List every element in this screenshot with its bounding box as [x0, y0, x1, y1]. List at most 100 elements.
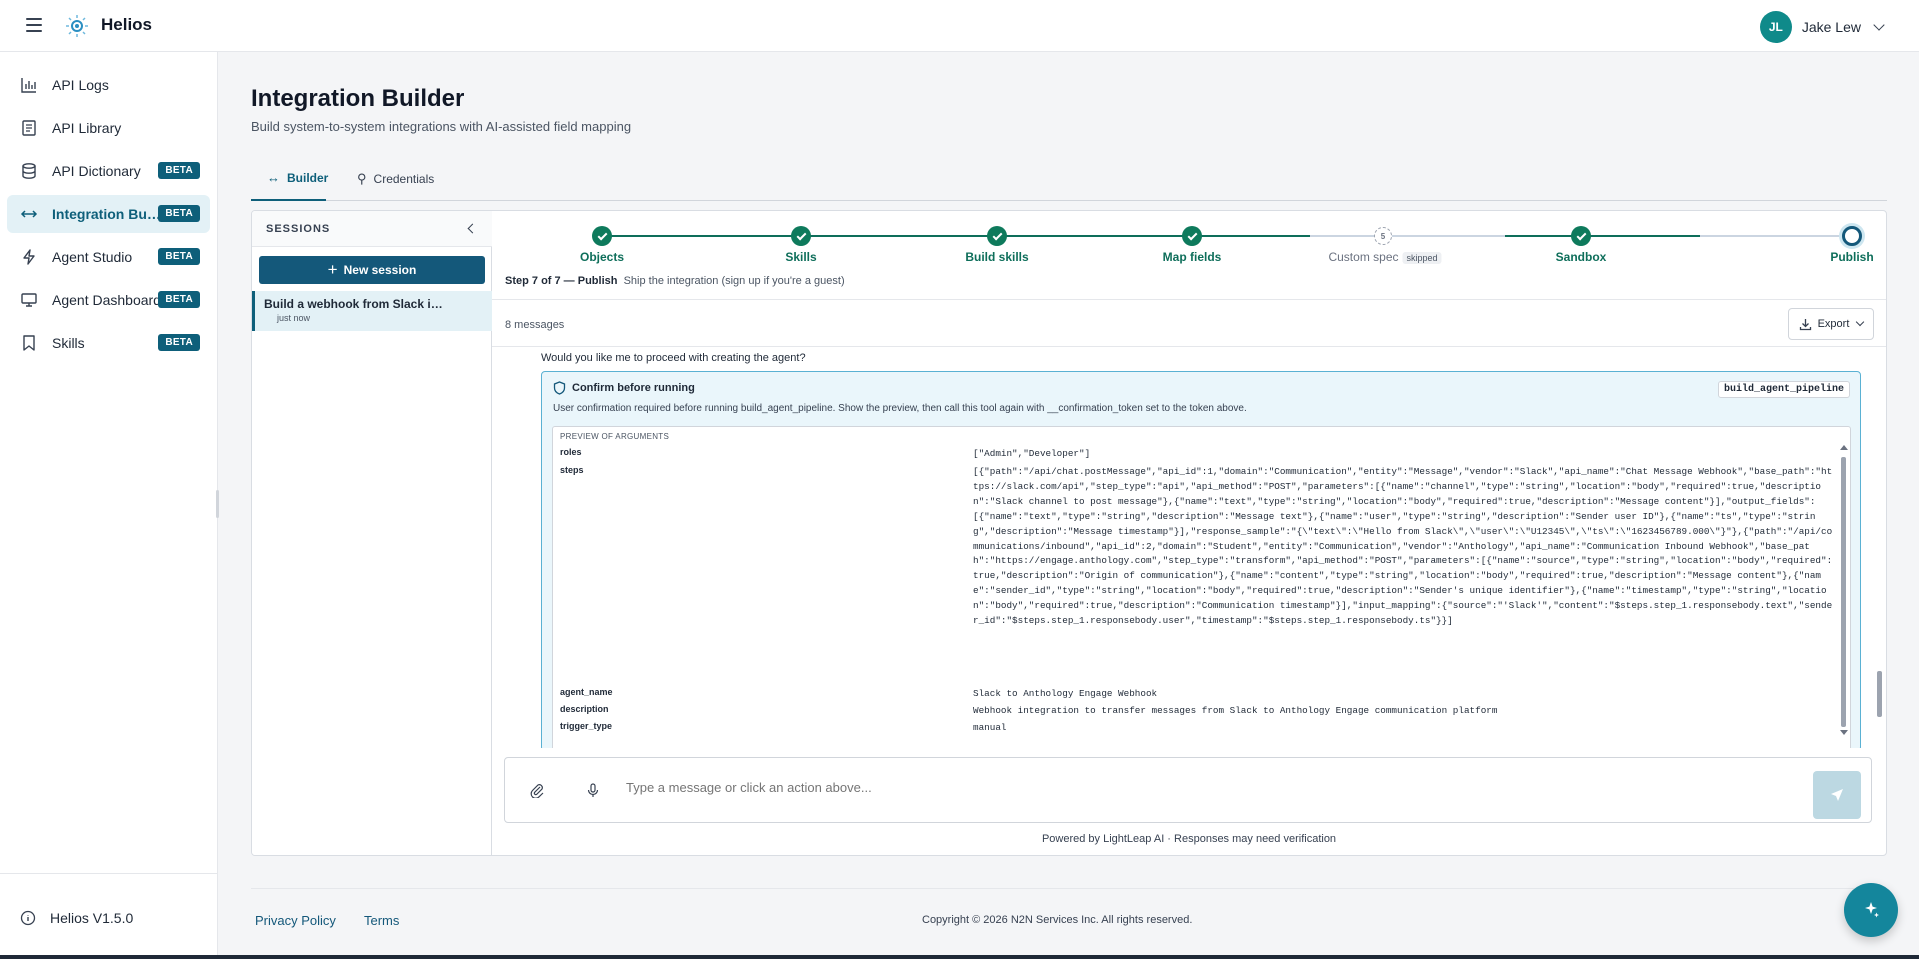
step-label: Objects	[579, 250, 625, 264]
sidebar-item-integration-builder[interactable]: Integration Builder BETA	[7, 195, 210, 233]
send-button[interactable]	[1813, 771, 1861, 819]
avatar: JL	[1759, 11, 1792, 43]
top-bar: Helios JL Jake Lew	[0, 0, 1919, 52]
version-info[interactable]: Helios V1.5.0	[20, 910, 133, 926]
check-icon	[597, 230, 607, 240]
step-dot-publish[interactable]	[1842, 226, 1862, 246]
app-name: Helios	[101, 15, 153, 34]
arg-value: Webhook integration to transfer messages…	[973, 705, 1498, 716]
sidebar-resize-handle[interactable]	[216, 490, 219, 518]
stepper-line-complete	[602, 235, 1310, 237]
sidebar-item-label: API Dictionary	[52, 163, 141, 179]
arg-value: Slack to Anthology Engage Webhook	[973, 688, 1158, 699]
arg-value: ["Admin","Developer"]	[973, 448, 1091, 459]
sessions-title: SESSIONS	[266, 223, 331, 235]
message-input[interactable]	[626, 780, 1726, 795]
sparkle-icon	[1865, 902, 1879, 918]
tab-credentials[interactable]: ⚲ Credentials	[357, 156, 434, 201]
step-label: Publish	[1830, 250, 1874, 264]
bar-chart-icon	[21, 78, 36, 93]
plus-icon: +	[327, 260, 338, 279]
sidebar-item-agent-dashboard[interactable]: Agent Dashboard BETA	[7, 281, 210, 319]
footer-divider	[251, 888, 1887, 889]
beta-badge: BETA	[158, 291, 200, 308]
stepper-line-pending	[1700, 235, 1852, 237]
builder-card: SESSIONS + New session Build a webhook f…	[251, 210, 1887, 856]
user-menu[interactable]: JL Jake Lew	[1759, 11, 1885, 43]
sidebar-item-api-logs[interactable]: API Logs	[7, 66, 210, 104]
step-label: Sandbox	[1555, 250, 1607, 264]
step-dot-skills[interactable]	[791, 226, 811, 246]
arguments-preview[interactable]: PREVIEW OF ARGUMENTS roles ["Admin","Dev…	[552, 426, 1851, 748]
session-name: Build a webhook from Slack integration	[264, 297, 444, 311]
chevron-down-icon	[1873, 19, 1885, 31]
copyright: Copyright © 2026 N2N Services Inc. All r…	[922, 914, 1193, 926]
lightning-icon	[23, 249, 35, 265]
paperclip-icon[interactable]	[529, 782, 545, 798]
tab-bar: ↔ Builder ⚲ Credentials	[251, 156, 1887, 201]
beta-badge: BETA	[158, 162, 200, 179]
database-icon	[22, 163, 36, 179]
step-info-text: Ship the integration (sign up if you're …	[623, 275, 845, 287]
arrows-horizontal-icon: ↔	[267, 170, 280, 185]
check-icon	[1187, 230, 1197, 240]
preview-scrollbar[interactable]	[1838, 443, 1850, 735]
sidebar-item-label: Integration Builder	[52, 206, 162, 222]
export-button[interactable]: Export	[1788, 308, 1874, 340]
tab-label: Credentials	[373, 171, 435, 186]
chevron-left-icon[interactable]	[467, 223, 478, 234]
sidebar-item-label: Agent Studio	[52, 249, 133, 265]
check-icon	[796, 230, 806, 240]
beta-badge: BETA	[158, 248, 200, 265]
step-info: Step 7 of 7 — Publish Ship the integrati…	[505, 275, 845, 287]
sidebar-item-agent-studio[interactable]: Agent Studio BETA	[7, 238, 210, 276]
step-dot-custom-spec[interactable]: 5	[1374, 227, 1392, 245]
terms-link[interactable]: Terms	[364, 913, 399, 928]
step-label: Skills	[785, 250, 817, 264]
scrollbar-thumb[interactable]	[1841, 457, 1846, 727]
step-dot-sandbox[interactable]	[1571, 226, 1591, 246]
menu-icon[interactable]	[26, 18, 42, 32]
book-icon	[22, 120, 36, 136]
sidebar-item-api-library[interactable]: API Library	[7, 109, 210, 147]
step-dot-map-fields[interactable]	[1182, 226, 1202, 246]
arg-key: trigger_type	[560, 721, 613, 731]
new-session-button[interactable]: + New session	[259, 256, 485, 284]
arg-key: roles	[560, 447, 582, 457]
window-bottom-edge	[0, 955, 1919, 959]
message-composer	[504, 757, 1872, 823]
message-list-scrollbar[interactable]	[1877, 671, 1882, 717]
session-item[interactable]: Build a webhook from Slack integration j…	[252, 291, 492, 331]
sidebar-item-api-dictionary[interactable]: API Dictionary BETA	[7, 152, 210, 190]
confirmation-description: User confirmation required before runnin…	[553, 403, 1247, 414]
sidebar-item-label: API Logs	[52, 77, 109, 93]
message-list[interactable]: Would you like me to proceed with creati…	[492, 348, 1886, 748]
sidebar-item-skills[interactable]: Skills BETA	[7, 324, 210, 362]
step-info-title: Step 7 of 7 — Publish	[505, 275, 618, 287]
confirmation-header: Confirm before running	[553, 381, 695, 395]
step-dot-objects[interactable]	[592, 226, 612, 246]
sidebar-divider	[0, 873, 218, 874]
step-dot-build-skills[interactable]	[987, 226, 1007, 246]
bookmark-icon	[23, 335, 35, 351]
version-label: Helios V1.5.0	[50, 910, 134, 926]
scroll-up-icon[interactable]	[1840, 445, 1848, 450]
check-icon	[1576, 230, 1586, 240]
chat-panel: 5 Objects Skills Build skills Map fields…	[492, 211, 1886, 855]
arrows-horizontal-icon	[20, 210, 38, 218]
sessions-header: SESSIONS	[252, 211, 492, 247]
microphone-icon[interactable]	[585, 782, 601, 798]
privacy-policy-link[interactable]: Privacy Policy	[255, 913, 336, 928]
arg-key: description	[560, 704, 609, 714]
step-label-custom-spec: Custom spec skipped	[1328, 250, 1442, 264]
ai-assistant-button[interactable]	[1844, 883, 1898, 937]
tab-label: Builder	[287, 170, 329, 185]
chevron-down-icon	[1856, 317, 1865, 327]
step-label: Build skills	[965, 250, 1029, 264]
sidebar-item-label: Skills	[52, 335, 85, 351]
helios-logo-icon	[66, 15, 88, 37]
preview-label: PREVIEW OF ARGUMENTS	[560, 432, 670, 441]
sessions-panel: SESSIONS + New session Build a webhook f…	[252, 211, 492, 855]
scroll-down-icon[interactable]	[1840, 730, 1848, 735]
tab-builder[interactable]: ↔ Builder	[251, 156, 329, 201]
